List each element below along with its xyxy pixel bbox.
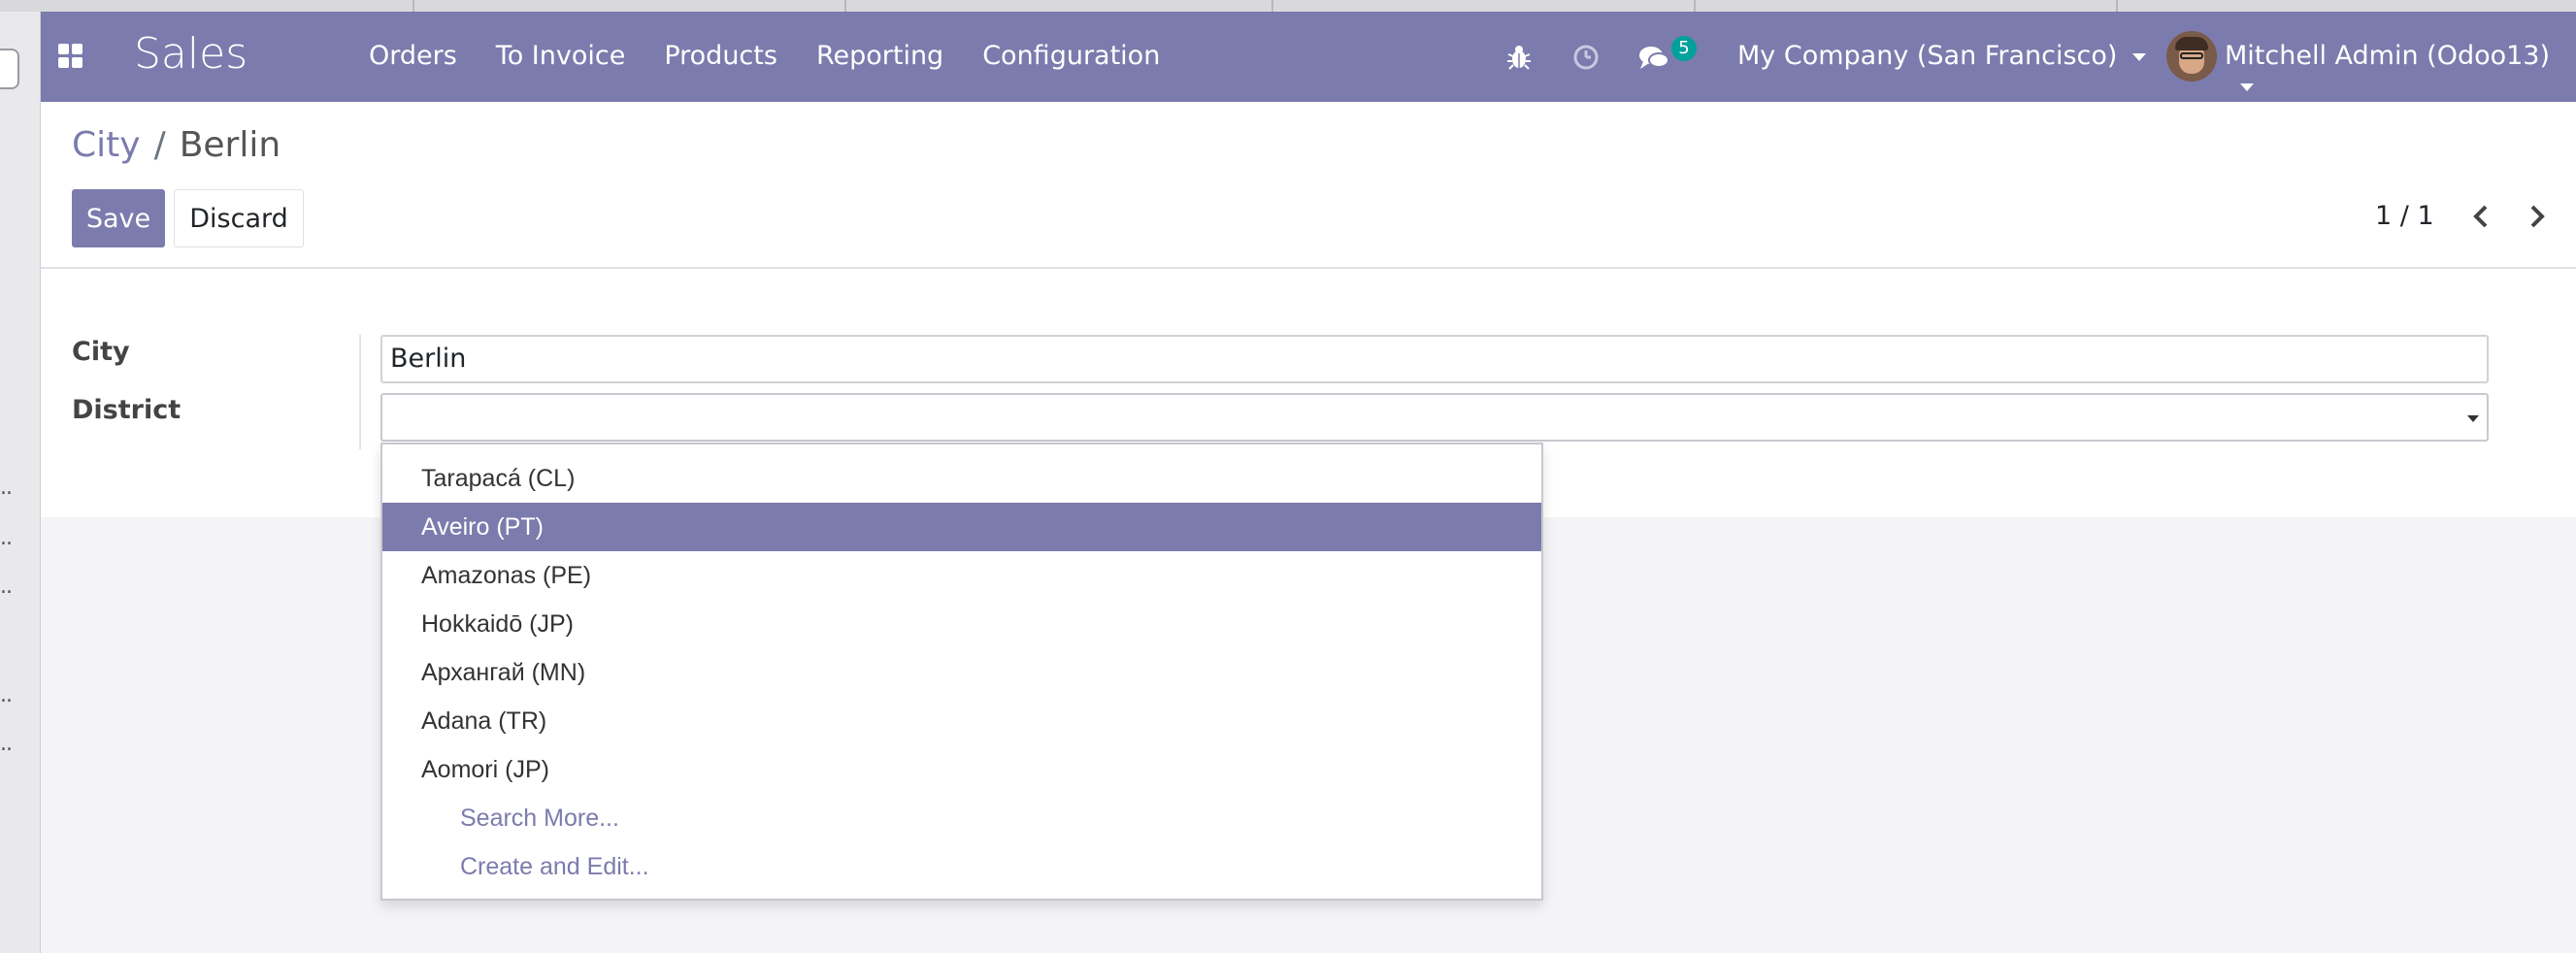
breadcrumb-parent-link[interactable]: City — [72, 125, 141, 165]
app-name: Sales — [134, 29, 248, 79]
breadcrumb-current: Berlin — [179, 125, 281, 165]
dropdown-option[interactable]: Adana (TR) — [382, 697, 1541, 745]
discard-button[interactable]: Discard — [174, 189, 304, 247]
pager-previous-button[interactable] — [2467, 199, 2496, 234]
breadcrumb-separator: / — [153, 125, 166, 165]
debug-bug-icon[interactable] — [1507, 12, 1531, 102]
district-select-input[interactable] — [380, 393, 2489, 442]
user-name: Mitchell Admin (Odoo13) — [2225, 41, 2551, 71]
messages-count-badge: 5 — [1671, 36, 1697, 61]
background-input-box — [0, 49, 19, 89]
user-avatar[interactable] — [2166, 31, 2217, 82]
apps-menu-icon[interactable] — [58, 44, 83, 69]
dropdown-option[interactable]: Tarapacá (CL) — [382, 454, 1541, 503]
city-label: City — [72, 337, 130, 367]
activity-clock-icon[interactable] — [1572, 12, 1600, 102]
dropdown-option[interactable]: Hokkaidō (JP) — [382, 600, 1541, 648]
menu-products[interactable]: Products — [644, 41, 797, 71]
chevron-left-icon — [2473, 205, 2488, 228]
background-window-strip: .. .. .. .. .. — [0, 12, 41, 953]
user-menu[interactable]: Mitchell Admin (Odoo13) — [2225, 41, 2576, 101]
dropdown-option[interactable]: Архангай (MN) — [382, 648, 1541, 697]
save-button[interactable]: Save — [72, 189, 165, 247]
pager-next-button[interactable] — [2522, 199, 2551, 234]
dropdown-option[interactable]: Amazonas (PE) — [382, 551, 1541, 600]
control-panel: City / Berlin Save Discard 1 / 1 — [41, 102, 2576, 269]
company-switcher[interactable]: My Company (San Francisco) — [1737, 41, 2147, 71]
dropdown-option-highlighted[interactable]: Aveiro (PT) — [382, 503, 1541, 551]
search-more-link[interactable]: Search More... — [382, 794, 1541, 842]
create-and-edit-link[interactable]: Create and Edit... — [382, 842, 1541, 891]
chevron-down-icon — [2240, 82, 2254, 91]
company-name: My Company (San Francisco) — [1737, 41, 2118, 71]
messages-chat-icon[interactable] — [1638, 12, 1669, 102]
menu-configuration[interactable]: Configuration — [963, 41, 1179, 71]
breadcrumb: City / Berlin — [72, 125, 281, 165]
browser-tab-strip — [0, 0, 2576, 12]
dropdown-option[interactable]: Aomori (JP) — [382, 745, 1541, 794]
dropdown-caret-icon — [2467, 415, 2479, 422]
odoo-window: .. .. .. .. .. Sales Orders To Invoice P… — [0, 0, 2576, 953]
menu-to-invoice[interactable]: To Invoice — [477, 41, 645, 71]
pager-counter: 1 / 1 — [2375, 201, 2434, 231]
top-navbar: Sales Orders To Invoice Products Reporti… — [41, 12, 2576, 102]
main-menu: Orders To Invoice Products Reporting Con… — [349, 41, 1179, 71]
menu-reporting[interactable]: Reporting — [797, 41, 963, 71]
city-input[interactable]: Berlin — [380, 335, 2489, 383]
menu-orders[interactable]: Orders — [349, 41, 477, 71]
label-divider — [359, 335, 361, 449]
chevron-right-icon — [2530, 205, 2545, 228]
district-autocomplete-dropdown: Tarapacá (CL) Aveiro (PT) Amazonas (PE) … — [380, 443, 1543, 901]
district-label: District — [72, 395, 182, 425]
chevron-down-icon — [2132, 52, 2147, 61]
